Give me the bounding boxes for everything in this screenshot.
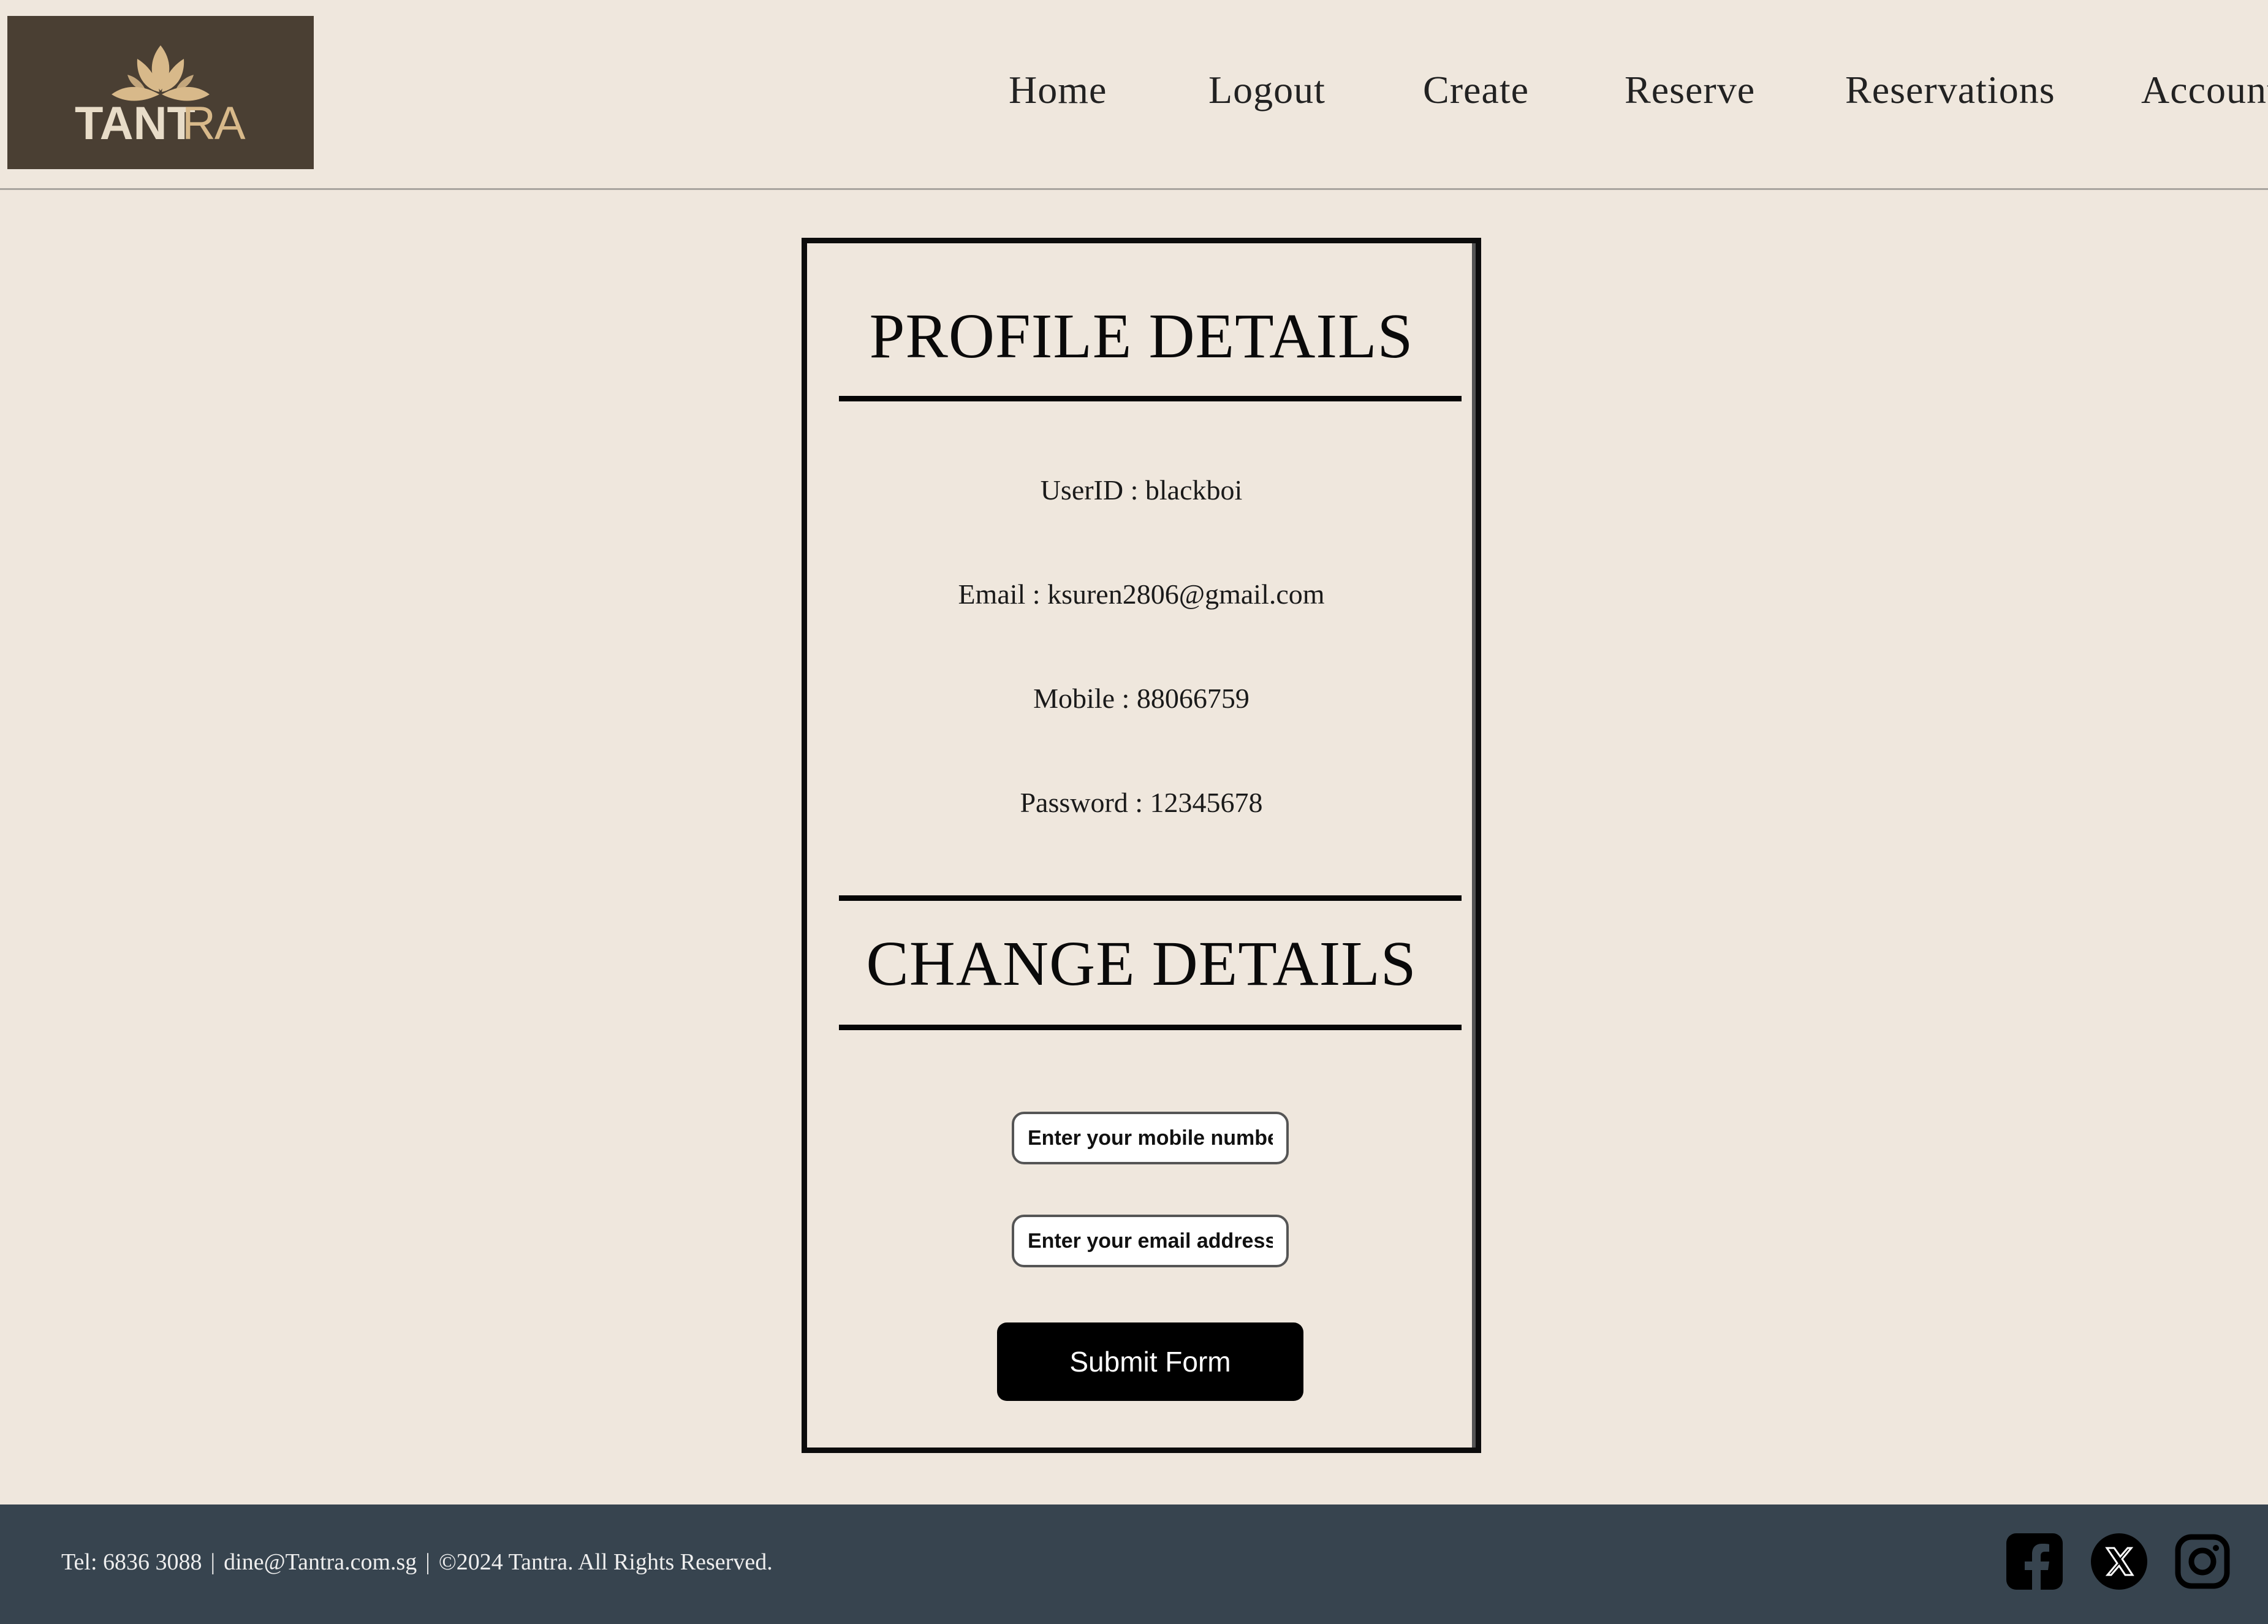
change-details-heading: CHANGE DETAILS [866, 928, 1417, 999]
nav-reservations[interactable]: Reservations [1845, 67, 2055, 113]
profile-details-heading: PROFILE DETAILS [869, 301, 1414, 371]
email-address-input[interactable] [1012, 1215, 1289, 1267]
divider [839, 895, 1462, 901]
x-twitter-icon[interactable] [2090, 1532, 2149, 1591]
nav-account[interactable]: Account [2141, 67, 2268, 113]
userid-text: UserID : blackboi [1040, 474, 1243, 506]
nav-logout[interactable]: Logout [1208, 67, 1326, 113]
nav-reserve[interactable]: Reserve [1625, 67, 1755, 113]
footer-copyright: ©2024 Tantra. All Rights Reserved. [438, 1549, 773, 1575]
main-nav: Home Logout Create Reserve Reservations … [0, 67, 2268, 123]
nav-home[interactable]: Home [1009, 67, 1107, 113]
mobile-number-input[interactable] [1012, 1112, 1289, 1164]
divider [839, 1025, 1462, 1030]
email-text: Email : ksuren2806@gmail.com [958, 579, 1325, 610]
footer-separator: | [425, 1549, 430, 1575]
footer-email[interactable]: dine@Tantra.com.sg [224, 1549, 417, 1575]
site-footer: Tel: 6836 3088 | dine@Tantra.com.sg | ©2024 … [0, 1504, 2268, 1624]
submit-form-button[interactable]: Submit Form [997, 1322, 1303, 1401]
profile-card: PROFILE DETAILS UserID : blackboi Email … [802, 238, 1481, 1453]
nav-create[interactable]: Create [1423, 67, 1529, 113]
mobile-text: Mobile : 88066759 [1033, 683, 1250, 714]
footer-contact: Tel: 6836 3088 | dine@Tantra.com.sg | ©2024 … [61, 1549, 773, 1576]
password-text: Password : 12345678 [1020, 787, 1263, 818]
facebook-icon[interactable] [2005, 1532, 2064, 1591]
footer-separator: | [210, 1549, 216, 1575]
instagram-icon[interactable] [2173, 1532, 2232, 1591]
site-header: TANT RA Home Logout Create Reserve Reser… [0, 0, 2268, 190]
footer-tel: Tel: 6836 3088 [61, 1549, 202, 1575]
divider [839, 396, 1462, 401]
